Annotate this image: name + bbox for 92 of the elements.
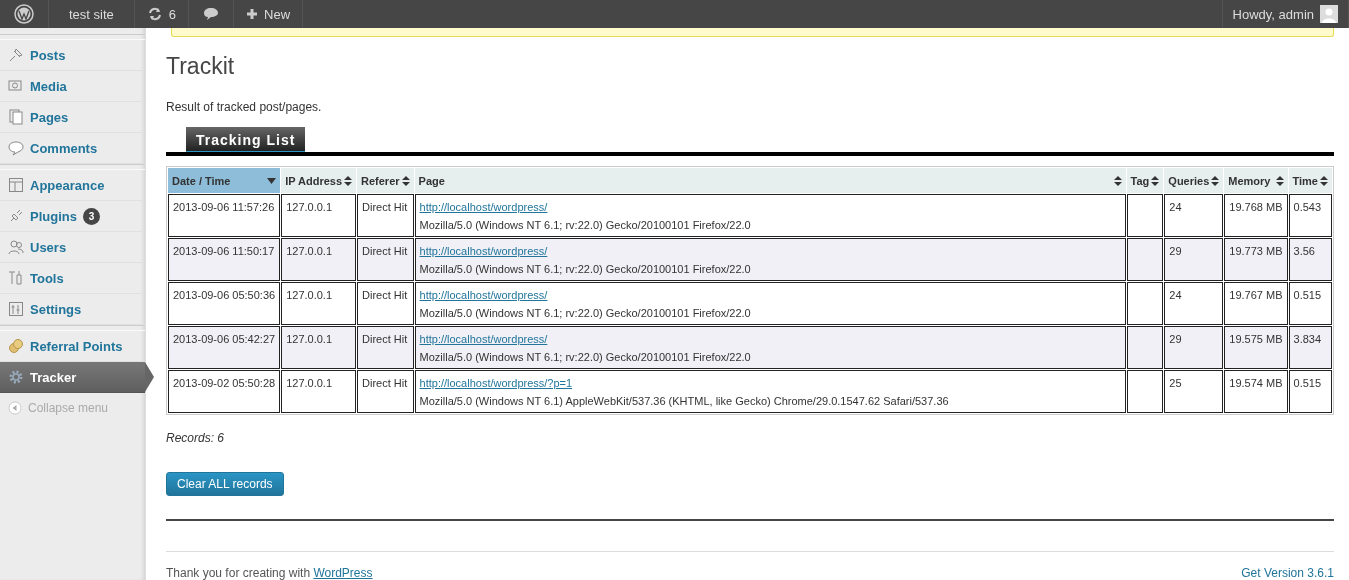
- sidebar-item[interactable]: Users: [0, 232, 145, 263]
- records-count: Records: 6: [166, 431, 226, 445]
- tab[interactable]: Tracking List: [186, 127, 306, 152]
- refresh-icon: [146, 6, 163, 22]
- table-cell: 2013-09-06 11:57:26: [168, 194, 281, 237]
- user-agent-text: Mozilla/5.0 (Windows NT 6.1) AppleWebKit/537.36 (KHTML, like Gecko) Chrome/29.0.1547.62 Safari/537.36: [419, 395, 950, 407]
- table-cell: 19.768 MB: [1224, 194, 1288, 237]
- sidebar-item[interactable]: Pages: [0, 102, 145, 133]
- column-header[interactable]: Time: [1288, 168, 1332, 193]
- table-cell: 29: [1164, 326, 1224, 369]
- camera-icon: [8, 78, 24, 94]
- table-cell: 0.543: [1288, 194, 1332, 237]
- tools-icon: [8, 270, 24, 286]
- sidebar-item[interactable]: Plugins 3: [0, 201, 145, 232]
- sort-icon: [1211, 175, 1220, 186]
- pages-icon: [8, 109, 24, 125]
- count-badge: 3: [82, 207, 100, 225]
- page-link[interactable]: http://localhost/wordpress/: [419, 289, 548, 301]
- table-cell: 29: [1164, 238, 1224, 281]
- sidebar-item[interactable]: Media: [0, 71, 145, 102]
- table-cell: 127.0.0.1: [281, 238, 356, 281]
- sidebar-item[interactable]: Tools: [0, 263, 145, 294]
- sort-icon: [1320, 175, 1328, 186]
- layout-icon: [8, 177, 24, 193]
- sidebar-item[interactable]: Appearance: [0, 170, 145, 201]
- table-cell: 0.515: [1288, 370, 1332, 413]
- sort-icon: [344, 175, 352, 186]
- wordpress-link[interactable]: WordPress: [313, 566, 373, 580]
- table-cell: Direct Hit: [357, 370, 414, 413]
- sort-icon: [1113, 175, 1122, 186]
- table-cell: 127.0.0.1: [281, 282, 356, 325]
- selection-pointer: [145, 362, 154, 392]
- table-cell: 127.0.0.1: [281, 194, 356, 237]
- sidebar-item[interactable]: Posts: [0, 40, 145, 71]
- table-cell: 0.515: [1288, 282, 1332, 325]
- column-header[interactable]: Queries: [1164, 168, 1224, 193]
- coins-icon: [8, 338, 24, 354]
- user-agent-text: Mozilla/5.0 (Windows NT 6.1; rv:22.0) Gecko/20100101 Firefox/22.0: [419, 307, 752, 319]
- table-cell: Direct Hit: [357, 238, 414, 281]
- logo-icon: [14, 4, 34, 24]
- speech-bubble-icon: [203, 6, 220, 22]
- user-agent-text: Mozilla/5.0 (Windows NT 6.1; rv:22.0) Gecko/20100101 Firefox/22.0: [419, 351, 752, 363]
- column-header[interactable]: Page: [414, 168, 1126, 193]
- speech-bubble-icon: [8, 140, 24, 156]
- table-cell: 3.834: [1288, 326, 1332, 369]
- table-cell: 2013-09-02 05:50:28: [168, 370, 281, 413]
- column-header[interactable]: Date / Time: [168, 168, 281, 193]
- plug-icon: [8, 208, 24, 224]
- pin-icon: [8, 47, 24, 63]
- sidebar-item[interactable]: Comments: [0, 133, 145, 164]
- table-cell: 2013-09-06 11:50:17: [168, 238, 281, 281]
- table-cell: 127.0.0.1: [281, 370, 356, 413]
- column-header[interactable]: Tag: [1126, 168, 1164, 193]
- footer-text: Thank you for creating with WordPress: [166, 566, 373, 580]
- description-text: Result of tracked post/pages.: [166, 100, 323, 114]
- user-agent-text: Mozilla/5.0 (Windows NT 6.1; rv:22.0) Gecko/20100101 Firefox/22.0: [419, 263, 752, 275]
- plus-icon: [246, 8, 259, 20]
- page-link[interactable]: http://localhost/wordpress/: [419, 333, 548, 345]
- table-cell: 24: [1164, 194, 1224, 237]
- column-header[interactable]: Memory: [1224, 168, 1288, 193]
- table-cell: 127.0.0.1: [281, 326, 356, 369]
- table-cell: Direct Hit: [357, 282, 414, 325]
- sidebar-item[interactable]: Settings: [0, 294, 145, 325]
- table-cell: 24: [1164, 282, 1224, 325]
- sort-down-icon: [267, 177, 277, 184]
- collapse-icon: [8, 401, 22, 415]
- page-title: Trackit: [166, 53, 236, 80]
- table-cell: Direct Hit: [357, 194, 414, 237]
- column-header[interactable]: Referer: [357, 168, 414, 193]
- table-cell: 19.767 MB: [1224, 282, 1288, 325]
- avatar-icon: [1320, 5, 1338, 23]
- users-icon: [8, 239, 24, 255]
- page-link[interactable]: http://localhost/wordpress/?p=1: [419, 377, 573, 389]
- sliders-icon: [8, 301, 24, 317]
- user-agent-text: Mozilla/5.0 (Windows NT 6.1; rv:22.0) Gecko/20100101 Firefox/22.0: [419, 219, 752, 231]
- page-link[interactable]: http://localhost/wordpress/: [419, 201, 548, 213]
- clear-records-button[interactable]: Clear ALL records: [166, 472, 284, 496]
- table-cell: 19.773 MB: [1224, 238, 1288, 281]
- sort-icon: [1275, 175, 1284, 186]
- table-cell: 3.56: [1288, 238, 1332, 281]
- table-cell: 19.574 MB: [1224, 370, 1288, 413]
- column-header[interactable]: IP Address: [281, 168, 356, 193]
- table-cell: 2013-09-06 05:42:27: [168, 326, 281, 369]
- sort-icon: [401, 175, 410, 186]
- table-cell: 19.575 MB: [1224, 326, 1288, 369]
- version-link[interactable]: Get Version 3.6.1: [1241, 566, 1334, 580]
- table-cell: 25: [1164, 370, 1224, 413]
- sort-icon: [1151, 175, 1160, 186]
- table-cell: 2013-09-06 05:50:36: [168, 282, 281, 325]
- gear-icon: [8, 369, 24, 385]
- page-link[interactable]: http://localhost/wordpress/: [419, 245, 548, 257]
- table-cell: Direct Hit: [357, 326, 414, 369]
